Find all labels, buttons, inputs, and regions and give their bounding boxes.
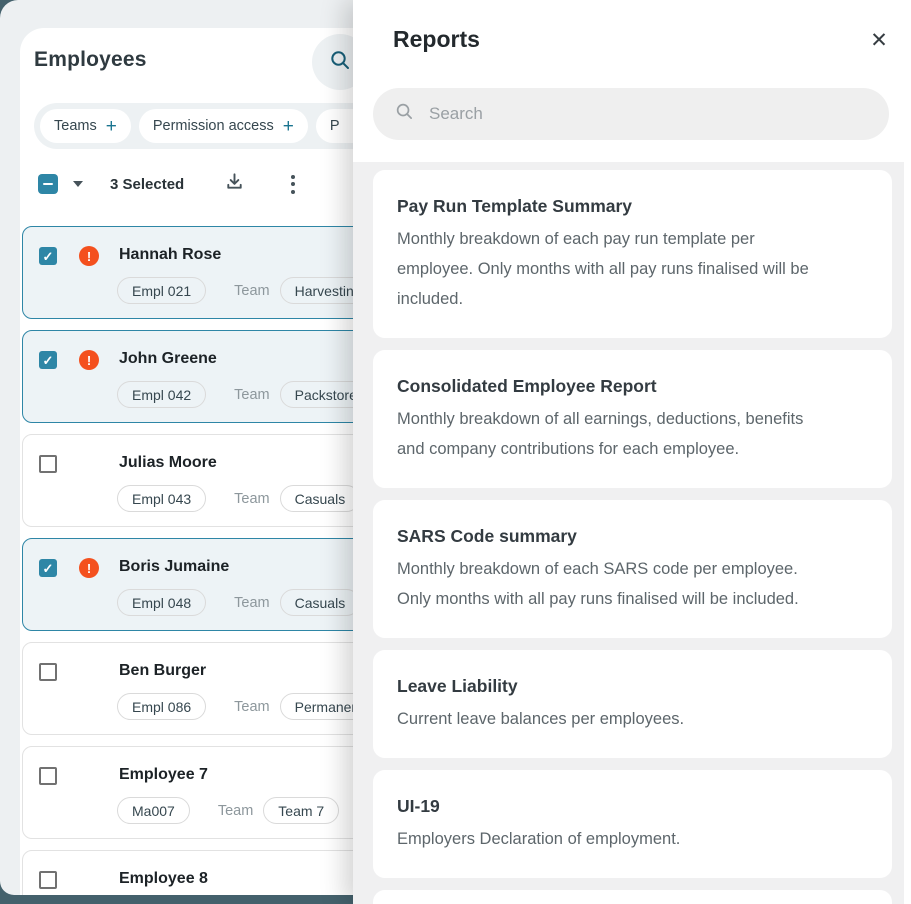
search-icon bbox=[395, 102, 414, 126]
report-description: Monthly breakdown of each SARS code per … bbox=[397, 560, 799, 608]
check-icon: ✓ bbox=[42, 560, 54, 576]
employee-id-badge: Empl 043 bbox=[117, 485, 207, 512]
download-icon bbox=[224, 171, 245, 197]
report-card[interactable]: Leave Liability Current leave balances p… bbox=[373, 650, 892, 758]
employee-name: Julias Moore bbox=[119, 454, 217, 471]
check-icon: ✓ bbox=[42, 352, 54, 368]
report-description: Employers Declaration of employment. bbox=[397, 830, 681, 848]
employee-name: John Greene bbox=[119, 350, 217, 367]
employee-id-badge: Empl 042 bbox=[117, 381, 207, 408]
chevron-down-icon[interactable] bbox=[73, 181, 83, 187]
employee-meta: Empl 021 Team Harvesting bbox=[117, 277, 377, 304]
employee-meta: Empl 043 Team Casuals bbox=[117, 485, 361, 512]
plus-icon: + bbox=[282, 115, 294, 137]
employee-name: Hannah Rose bbox=[119, 246, 222, 263]
employee-name: Ben Burger bbox=[119, 662, 207, 679]
employee-meta: Empl 042 Team Packstore bbox=[117, 381, 372, 408]
employee-meta: Ma007 Team Team 7 bbox=[117, 797, 340, 824]
kebab-icon bbox=[291, 174, 296, 179]
more-options-button[interactable] bbox=[289, 173, 297, 196]
select-all-checkbox[interactable] bbox=[38, 174, 58, 194]
report-card[interactable]: Pay Run Template Summary Monthly breakdo… bbox=[373, 170, 892, 338]
employee-meta: Empl 048 Team Casuals bbox=[117, 589, 361, 616]
team-label: Team bbox=[217, 802, 254, 819]
team-label: Team bbox=[234, 282, 270, 299]
warning-icon: ! bbox=[79, 246, 99, 266]
filter-bar: Teams + Permission access + P bbox=[34, 103, 392, 149]
report-title: SARS Code summary bbox=[397, 526, 577, 546]
employee-name: Employee 7 bbox=[119, 766, 208, 783]
indeterminate-minus-icon bbox=[43, 182, 53, 186]
warning-icon: ! bbox=[79, 350, 99, 370]
report-title: Pay Run Template Summary bbox=[397, 196, 633, 216]
employee-id-badge: Empl 021 bbox=[117, 277, 207, 304]
filter-chip-teams[interactable]: Teams + bbox=[40, 109, 131, 143]
employee-checkbox[interactable]: ✓ bbox=[39, 871, 57, 889]
page-title: Employees bbox=[34, 48, 147, 71]
team-badge: Casuals bbox=[279, 589, 361, 616]
drawer-scrollbar[interactable] bbox=[904, 140, 911, 904]
employee-meta: Empl 086 Team Permanent bbox=[117, 693, 379, 720]
report-card-partial[interactable] bbox=[373, 890, 892, 904]
employee-id-badge: Ma007 bbox=[117, 797, 190, 824]
selection-toolbar: 3 Selected bbox=[38, 172, 297, 196]
report-description: Current leave balances per employees. bbox=[397, 710, 685, 728]
employee-checkbox[interactable]: ✓ bbox=[39, 351, 57, 369]
drawer-title: Reports bbox=[393, 26, 480, 52]
employee-checkbox[interactable]: ✓ bbox=[39, 663, 57, 681]
employee-id-badge: Empl 086 bbox=[117, 693, 207, 720]
report-description: Monthly breakdown of each pay run templa… bbox=[397, 230, 809, 308]
filter-chip-permission-access[interactable]: Permission access + bbox=[138, 109, 308, 143]
employee-checkbox[interactable]: ✓ bbox=[39, 455, 57, 473]
report-description: Monthly breakdown of all earnings, deduc… bbox=[397, 410, 804, 458]
employee-checkbox[interactable]: ✓ bbox=[39, 559, 57, 577]
search-input[interactable] bbox=[429, 104, 867, 124]
team-badge: Casuals bbox=[279, 485, 361, 512]
filter-chip-label: Teams bbox=[54, 118, 97, 134]
reports-drawer: Reports ✕ Pay Run Template Summary Month… bbox=[353, 0, 911, 904]
report-title: Leave Liability bbox=[397, 676, 518, 696]
team-label: Team bbox=[234, 490, 270, 507]
employee-name: Employee 8 bbox=[119, 870, 208, 887]
selected-count: 3 Selected bbox=[110, 175, 185, 193]
report-title: UI-19 bbox=[397, 796, 440, 816]
employee-checkbox[interactable]: ✓ bbox=[39, 247, 57, 265]
employee-checkbox[interactable]: ✓ bbox=[39, 767, 57, 785]
report-title: Consolidated Employee Report bbox=[397, 376, 657, 396]
filter-chip-label: Permission access bbox=[152, 118, 274, 134]
report-card[interactable]: Consolidated Employee Report Monthly bre… bbox=[373, 350, 892, 488]
reports-search[interactable] bbox=[373, 88, 889, 140]
search-icon bbox=[329, 49, 351, 76]
employee-name: Boris Jumaine bbox=[119, 558, 230, 575]
team-label: Team bbox=[234, 386, 270, 403]
report-card[interactable]: SARS Code summary Monthly breakdown of e… bbox=[373, 500, 892, 638]
team-badge: Team 7 bbox=[263, 797, 340, 824]
report-card[interactable]: UI-19 Employers Declaration of employmen… bbox=[373, 770, 892, 878]
close-icon: ✕ bbox=[870, 28, 888, 52]
download-button[interactable] bbox=[224, 171, 245, 197]
team-label: Team bbox=[234, 594, 270, 611]
close-button[interactable]: ✕ bbox=[863, 24, 895, 56]
report-list: Pay Run Template Summary Monthly breakdo… bbox=[353, 162, 904, 904]
team-label: Team bbox=[234, 698, 270, 715]
warning-icon: ! bbox=[79, 558, 99, 578]
plus-icon: + bbox=[105, 115, 117, 137]
check-icon: ✓ bbox=[42, 248, 54, 264]
employee-id-badge: Empl 048 bbox=[117, 589, 207, 616]
filter-chip-label: P bbox=[329, 118, 340, 134]
